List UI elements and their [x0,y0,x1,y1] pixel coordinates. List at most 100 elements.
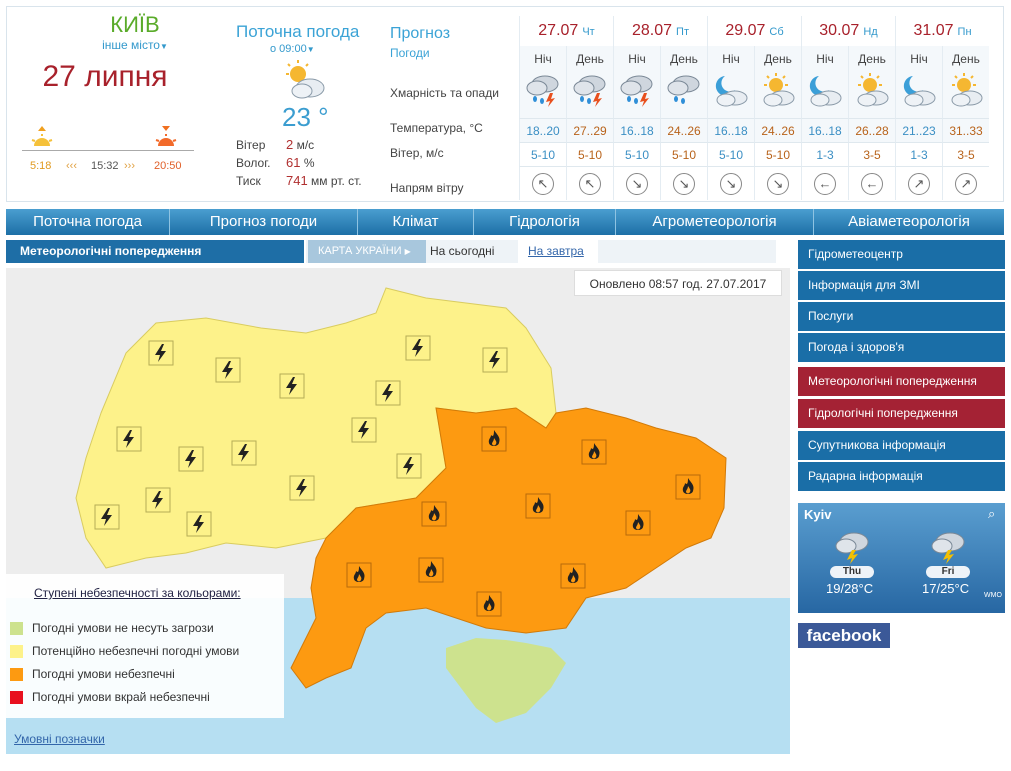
facebook-button[interactable]: facebook [798,623,890,648]
wind-direction-icon: ↘ [767,173,789,195]
wind-direction-icon: ↘ [720,173,742,195]
arrows-icon: ‹‹‹ [66,160,77,172]
tab-ukraine-map[interactable]: КАРТА УКРАЇНИ ▶ [308,240,426,263]
forecast-slot-icon [707,72,754,118]
legend-swatch [10,621,23,635]
forecast-slot-temp: 21..23 [895,118,942,142]
wind-direction-icon: ↖ [532,173,554,195]
tab-today[interactable]: На сьогодні [430,244,494,258]
moon-cloud-icon [715,76,748,107]
legend-item: Погодні умови вкрай небезпечні [10,690,210,704]
row-label-dir: Напрям вітру [390,181,464,195]
widget-day2-temp: 17/25°C [922,581,970,596]
forecast-slot-wind: 3-5 [942,142,989,166]
forecast-slot-wind: 1-3 [895,142,942,166]
forecast-slot-dir: ← [848,166,895,200]
wind-direction-icon: ↖ [579,173,601,195]
moon-cloud-icon [809,76,842,107]
forecast-slot-label: День [566,46,613,72]
forecast-slot-wind: 5-10 [566,142,613,166]
widget-day2: Fri [926,566,970,578]
forecast-title: Прогноз [390,25,451,42]
widget-day1-temp: 19/28°C [826,581,874,596]
legend-item: Погодні умови небезпечні [10,667,175,681]
widget-city: Kyiv [804,507,832,522]
nav-forecast[interactable]: Прогноз погоди [170,209,358,235]
forecast-slot-dir: ↘ [660,166,707,200]
forecast-slot-wind: 5-10 [707,142,754,166]
forecast-slot-icon [519,72,566,118]
sidebar-item-radar[interactable]: Радарна інформація [798,462,1005,491]
day-length: 15:32 [91,160,119,172]
nav-aviameteorology[interactable]: Авіаметеорологія [814,209,1004,235]
nav-current-weather[interactable]: Поточна погода [6,209,170,235]
forecast-slot-dir: ↘ [707,166,754,200]
main-nav: Поточна погода Прогноз погоди Клімат Гід… [6,209,1004,235]
tab-tomorrow[interactable]: На завтра [518,240,598,263]
legend-title: Ступені небезпечності за кольорами: [34,586,241,600]
current-time-select[interactable]: о 09:00▼ [270,43,315,55]
forecast-slot-dir: ↘ [613,166,660,200]
chevron-down-icon: ▼ [306,45,315,54]
forecast-slot-label: День [660,46,707,72]
legend-item: Погодні умови не несуть загрози [10,621,214,635]
cloud-rain-icon [667,75,700,104]
forecast-slot-wind: 5-10 [754,142,801,166]
tab-meteo-warnings[interactable]: Метеорологічні попередження [6,240,304,263]
forecast-day-header: 29.07 Сб [707,16,801,46]
forecast-slot-temp: 16..18 [801,118,848,142]
forecast-day-header: 27.07 Чт [519,16,613,46]
chevron-down-icon: ▼ [159,42,168,51]
humidity-label: Волог. [236,156,271,170]
triangle-right-icon: ▶ [404,247,411,256]
sidebar-item-media[interactable]: Інформація для ЗМІ [798,271,1005,300]
forecast-day-header: 28.07 Пт [613,16,707,46]
humidity-value-group: 61 % [286,155,315,170]
forecast-grid: 27.07 Чт 28.07 Пт 29.07 Сб 30.07 Нд 31.07 Пн … [519,16,989,200]
pressure-value-group: 741 мм рт. ст. [286,173,362,188]
sidebar-item-meteo-warnings[interactable]: Метеорологічні попередження [798,367,1005,396]
sidebar-item-services[interactable]: Послуги [798,302,1005,331]
sidebar-item-hydro-warnings[interactable]: Гідрологічні попередження [798,399,1005,428]
wind-direction-icon: ↗ [908,173,930,195]
sunset-time: 20:50 [154,160,182,172]
row-label-clouds: Хмарність та опади [390,86,499,100]
legend-swatch [10,667,23,681]
forecast-slot-label: Ніч [801,46,848,72]
cloud-rain-storm-icon [620,75,653,107]
forecast-slot-temp: 26..28 [848,118,895,142]
forecast-slot-temp: 24..26 [660,118,707,142]
forecast-day-header: 30.07 Нд [801,16,895,46]
forecast-slot-label: Ніч [707,46,754,72]
forecast-slot-label: День [942,46,989,72]
cloud-rain-storm-icon [526,75,559,107]
legend-link[interactable]: Умовні позначки [14,732,105,746]
wind-label: Вітер [236,138,266,152]
nav-climate[interactable]: Клімат [358,209,474,235]
nav-agrometeorology[interactable]: Агрометеорологія [616,209,814,235]
widget-day1: Thu [830,566,874,578]
forecast-slot-wind: 1-3 [801,142,848,166]
sun-cloud-icon [763,73,795,107]
forecast-slot-dir: ↖ [566,166,613,200]
forecast-day-header: 31.07 Пн [895,16,989,46]
arrows-icon: ››› [124,160,135,172]
legend-swatch [10,644,23,658]
search-icon[interactable]: ⌕ [988,506,995,522]
other-city-link[interactable]: інше місто▼ [70,38,200,52]
legend-item: Потенційно небезпечні погодні умови [10,644,239,658]
sidebar-item-health[interactable]: Погода і здоров'я [798,333,1005,362]
current-temperature: 23 ° [282,102,329,132]
forecast-slot-label: Ніч [519,46,566,72]
sidebar-item-satellite[interactable]: Супутникова інформація [798,431,1005,460]
forecast-slot-wind: 5-10 [613,142,660,166]
sidebar-item-hydrometcenter[interactable]: Гідрометеоцентр [798,240,1005,269]
forecast-slot-label: День [754,46,801,72]
forecast-slot-icon [895,72,942,118]
forecast-slot-icon [942,72,989,118]
forecast-slot-dir: ← [801,166,848,200]
wind-direction-icon: ← [814,173,836,195]
nav-hydrology[interactable]: Гідрологія [474,209,616,235]
forecast-slot-dir: ↘ [754,166,801,200]
legend-swatch [10,690,23,704]
